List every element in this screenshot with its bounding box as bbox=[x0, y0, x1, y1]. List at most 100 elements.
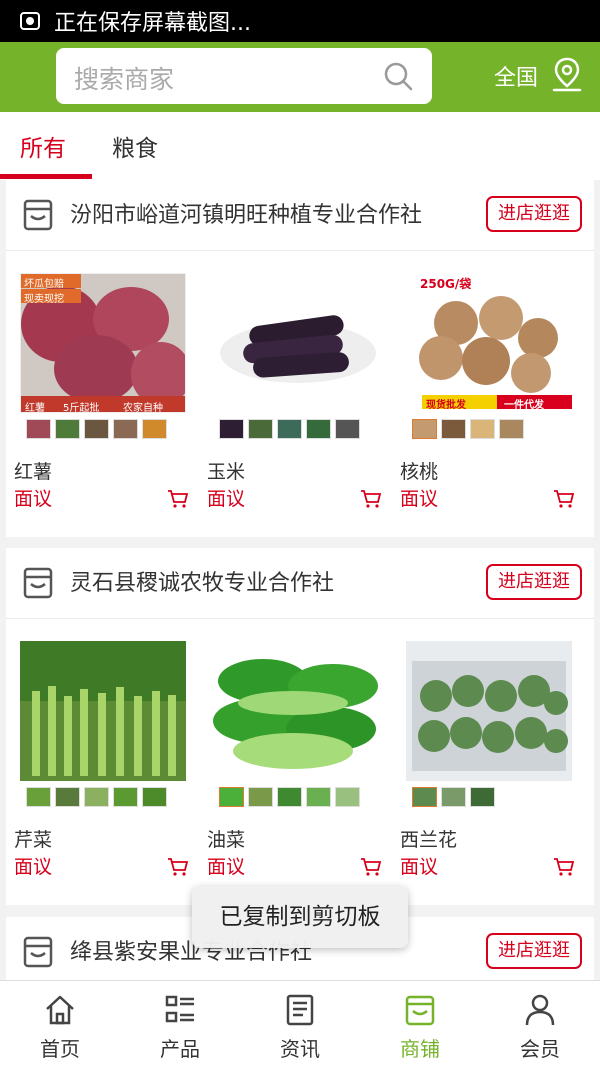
shop-name[interactable]: 汾阳市峪道河镇明旺种植专业合作社 bbox=[70, 197, 422, 229]
product-name[interactable]: 芹菜 bbox=[14, 825, 52, 852]
product-card[interactable]: 芹菜 面议 bbox=[6, 619, 199, 905]
product-card[interactable]: 250G/袋 现货批发 一件代发 核桃 面议 bbox=[392, 251, 585, 537]
region-selector[interactable]: 全国 bbox=[494, 60, 538, 92]
corn-image bbox=[213, 273, 379, 413]
thumbnail[interactable] bbox=[441, 787, 466, 807]
thumbnail[interactable] bbox=[335, 419, 360, 439]
overlay-text: 农家自种 bbox=[123, 403, 163, 413]
product-name[interactable]: 红薯 bbox=[14, 457, 52, 484]
product-name[interactable]: 核桃 bbox=[400, 457, 438, 484]
visit-shop-button[interactable]: 进店逛逛 bbox=[486, 933, 582, 969]
thumbnail[interactable] bbox=[113, 787, 138, 807]
thumbnail-strip bbox=[219, 419, 360, 439]
thumbnail[interactable] bbox=[26, 419, 51, 439]
shop-header: 汾阳市峪道河镇明旺种植专业合作社 进店逛逛 bbox=[6, 180, 594, 251]
product-name[interactable]: 西兰花 bbox=[400, 825, 457, 852]
store-icon bbox=[23, 936, 53, 968]
broccoli-image bbox=[406, 641, 572, 781]
thumbnail[interactable] bbox=[499, 419, 524, 439]
product-image-walnut[interactable]: 250G/袋 现货批发 一件代发 bbox=[406, 273, 572, 413]
search-placeholder: 搜索商家 bbox=[74, 65, 175, 94]
thumbnail[interactable] bbox=[470, 419, 495, 439]
thumbnail[interactable] bbox=[441, 419, 466, 439]
cart-icon[interactable] bbox=[553, 489, 575, 509]
product-card[interactable]: 坏瓜包赔 现卖现挖 红薯 5斤起批 农家自种 红薯 面议 bbox=[6, 251, 199, 537]
location-icon[interactable] bbox=[550, 56, 584, 94]
thumbnail-strip bbox=[26, 419, 167, 439]
nav-home[interactable]: 首页 bbox=[0, 981, 120, 1068]
nav-news-label: 资讯 bbox=[280, 1037, 320, 1061]
overlay-text: 250G/袋 bbox=[420, 277, 472, 291]
product-image-sweet-potato[interactable]: 坏瓜包赔 现卖现挖 红薯 5斤起批 农家自种 bbox=[20, 273, 186, 413]
shop-card: 灵石县稷诚农牧专业合作社 进店逛逛 芹菜 面议 油菜 面议 西兰花 面议 bbox=[6, 548, 594, 905]
shop-name[interactable]: 灵石县稷诚农牧专业合作社 bbox=[70, 565, 334, 597]
thumbnail[interactable] bbox=[26, 787, 51, 807]
nav-products[interactable]: 产品 bbox=[120, 981, 240, 1068]
thumbnail[interactable] bbox=[142, 787, 167, 807]
header: 搜索商家 全国 bbox=[0, 42, 600, 112]
nav-stores-label: 商铺 bbox=[400, 1037, 440, 1061]
thumbnail[interactable] bbox=[470, 787, 495, 807]
product-price: 面议 bbox=[14, 856, 53, 878]
thumbnail[interactable] bbox=[219, 787, 244, 807]
thumbnail[interactable] bbox=[84, 787, 109, 807]
product-image-celery[interactable] bbox=[20, 641, 186, 781]
shop-list[interactable]: 汾阳市峪道河镇明旺种植专业合作社 进店逛逛 坏瓜包赔 现卖现挖 红薯 5斤起批 … bbox=[0, 180, 600, 980]
store-icon bbox=[23, 567, 53, 599]
cart-icon[interactable] bbox=[553, 857, 575, 877]
product-card[interactable]: 玉米 面议 bbox=[199, 251, 392, 537]
thumbnail[interactable] bbox=[335, 787, 360, 807]
thumbnail[interactable] bbox=[412, 787, 437, 807]
cart-icon[interactable] bbox=[360, 857, 382, 877]
thumbnail[interactable] bbox=[248, 787, 273, 807]
bottom-nav: 首页 产品 资讯 商铺 会员 bbox=[0, 980, 600, 1068]
overlay-text: 5斤起批 bbox=[63, 403, 100, 413]
product-name[interactable]: 油菜 bbox=[207, 825, 245, 852]
thumbnail[interactable] bbox=[306, 419, 331, 439]
nav-stores[interactable]: 商铺 bbox=[360, 981, 480, 1068]
visit-shop-button[interactable]: 进店逛逛 bbox=[486, 196, 582, 232]
product-row: 坏瓜包赔 现卖现挖 红薯 5斤起批 农家自种 红薯 面议 玉米 面议 250G/… bbox=[6, 251, 594, 537]
thumbnail[interactable] bbox=[412, 419, 437, 439]
thumbnail[interactable] bbox=[55, 787, 80, 807]
store-icon bbox=[405, 995, 435, 1026]
celery-image bbox=[20, 641, 186, 781]
overlay-text: 红薯 bbox=[25, 403, 45, 413]
thumbnail-strip bbox=[26, 787, 167, 807]
thumbnail[interactable] bbox=[306, 787, 331, 807]
visit-shop-button[interactable]: 进店逛逛 bbox=[486, 564, 582, 600]
product-image-broccoli[interactable] bbox=[406, 641, 572, 781]
product-name[interactable]: 玉米 bbox=[207, 457, 245, 484]
status-bar: 正在保存屏幕截图... bbox=[0, 0, 600, 42]
product-price: 面议 bbox=[14, 488, 53, 510]
product-card[interactable]: 油菜 面议 bbox=[199, 619, 392, 905]
cart-icon[interactable] bbox=[167, 489, 189, 509]
category-tabs: 所有 粮食 bbox=[0, 112, 600, 180]
nav-news[interactable]: 资讯 bbox=[240, 981, 360, 1068]
thumbnail[interactable] bbox=[219, 419, 244, 439]
cart-icon[interactable] bbox=[167, 857, 189, 877]
search-icon[interactable] bbox=[382, 60, 414, 92]
product-list-icon bbox=[165, 995, 194, 1023]
product-image-bok-choy[interactable] bbox=[213, 641, 379, 781]
product-card[interactable]: 西兰花 面议 bbox=[392, 619, 585, 905]
product-price: 面议 bbox=[400, 856, 439, 878]
thumbnail-strip bbox=[219, 787, 360, 807]
active-tab-indicator bbox=[0, 174, 92, 179]
member-icon bbox=[525, 994, 555, 1026]
cart-icon[interactable] bbox=[360, 489, 382, 509]
tab-grain[interactable]: 粮食 bbox=[112, 129, 158, 163]
search-box[interactable]: 搜索商家 bbox=[56, 48, 432, 104]
tab-all[interactable]: 所有 bbox=[20, 129, 66, 163]
thumbnail[interactable] bbox=[55, 419, 80, 439]
nav-member[interactable]: 会员 bbox=[480, 981, 600, 1068]
thumbnail[interactable] bbox=[113, 419, 138, 439]
overlay-text: 现卖现挖 bbox=[24, 294, 64, 305]
bok-choy-image bbox=[213, 641, 379, 781]
thumbnail[interactable] bbox=[142, 419, 167, 439]
thumbnail[interactable] bbox=[248, 419, 273, 439]
thumbnail[interactable] bbox=[84, 419, 109, 439]
product-image-corn[interactable] bbox=[213, 273, 379, 413]
thumbnail[interactable] bbox=[277, 787, 302, 807]
thumbnail[interactable] bbox=[277, 419, 302, 439]
